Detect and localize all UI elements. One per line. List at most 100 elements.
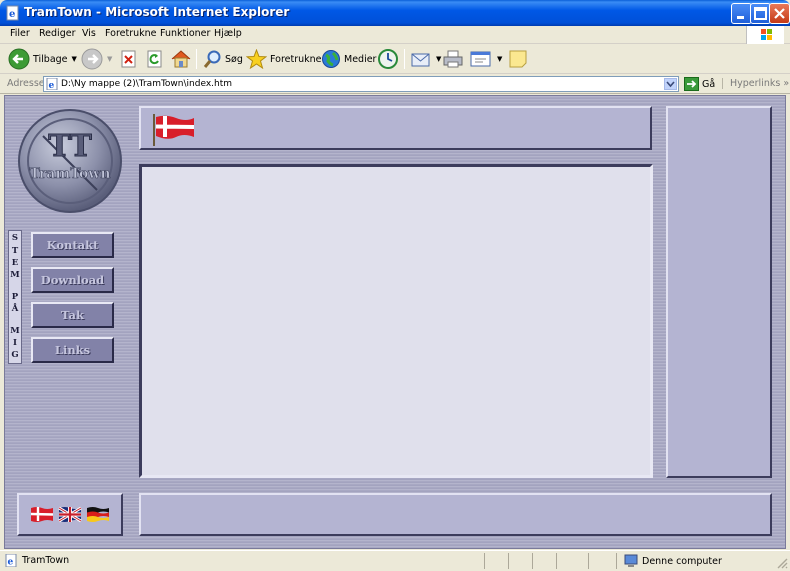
chevron-down-icon <box>666 81 675 88</box>
maximize-icon <box>754 7 767 20</box>
toolbar: Tilbage ▼ ▼ Søg Foretrukne Medier ▼ ▼ <box>0 44 790 74</box>
german-flag-icon[interactable] <box>86 506 110 524</box>
security-zone[interactable]: Denne computer <box>624 554 722 568</box>
go-button[interactable]: Gå <box>684 77 715 91</box>
window-title: TramTown - Microsoft Internet Explorer <box>24 5 290 19</box>
mail-button[interactable]: ▼ <box>410 48 441 70</box>
nav-button-kontakt[interactable]: Kontakt <box>31 232 114 258</box>
forward-button[interactable]: ▼ <box>81 48 112 70</box>
vertical-text-stem-paa-mig: S T E M P Å M I G <box>8 230 22 364</box>
right-sidebar-panel <box>666 106 772 478</box>
stop-button[interactable] <box>120 48 138 70</box>
minimize-button[interactable] <box>731 3 752 24</box>
tramtown-logo: TT TramTown <box>18 109 122 213</box>
windows-flag-icon <box>761 29 772 40</box>
danish-flag-icon[interactable] <box>30 506 54 524</box>
chevron-right-icon: » <box>783 78 790 89</box>
svg-text:e: e <box>9 9 15 20</box>
nav-button-download[interactable]: Download <box>31 267 114 293</box>
menu-favorites[interactable]: Foretrukne <box>105 28 157 39</box>
media-globe-icon <box>322 50 340 68</box>
page-icon: e <box>5 554 17 567</box>
stop-icon <box>121 50 136 68</box>
logo-text: TramTown <box>29 166 110 182</box>
status-bar: e TramTown Denne computer <box>0 550 790 571</box>
zone-label: Denne computer <box>642 555 722 567</box>
refresh-icon <box>147 50 162 68</box>
nav-button-tak[interactable]: Tak <box>31 302 114 328</box>
back-button[interactable]: Tilbage ▼ <box>8 48 77 70</box>
vertical-letter: P <box>11 292 19 302</box>
status-separator <box>508 553 509 569</box>
favorites-label: Foretrukne <box>270 53 322 65</box>
mail-icon <box>411 53 430 67</box>
print-button[interactable] <box>442 48 464 70</box>
address-field[interactable]: e <box>43 76 679 92</box>
back-dropdown-icon[interactable]: ▼ <box>72 55 77 63</box>
vertical-letter: M <box>10 326 20 336</box>
media-button[interactable]: Medier <box>321 48 376 70</box>
search-label: Søg <box>225 53 243 65</box>
menu-view[interactable]: Vis <box>82 28 96 39</box>
search-icon <box>203 50 221 68</box>
edit-button[interactable]: ▼ <box>469 48 502 70</box>
vertical-letter: Å <box>11 304 19 314</box>
ie-page-icon: e <box>6 5 19 21</box>
vertical-letter: T <box>11 246 19 256</box>
menu-file[interactable]: Filer <box>10 28 30 39</box>
messenger-button[interactable] <box>508 48 528 70</box>
favorites-button[interactable]: Foretrukne <box>246 48 322 70</box>
title-bar[interactable]: e TramTown - Microsoft Internet Explorer <box>0 0 790 26</box>
uk-flag-icon[interactable] <box>58 506 82 524</box>
close-button[interactable] <box>769 3 790 24</box>
media-label: Medier <box>344 53 377 65</box>
history-button[interactable] <box>377 48 399 70</box>
edit-dropdown-icon[interactable]: ▼ <box>497 55 502 63</box>
computer-icon <box>624 554 638 567</box>
links-toolbar[interactable]: Hyperlinks » <box>722 78 789 89</box>
note-icon <box>509 50 527 68</box>
back-label: Tilbage <box>33 53 68 65</box>
header-panel <box>139 106 652 150</box>
go-arrow-icon <box>684 77 699 91</box>
status-text: TramTown <box>22 555 70 566</box>
toolbar-separator <box>404 49 405 69</box>
menu-tools[interactable]: Funktioner <box>160 28 210 39</box>
menu-edit[interactable]: Rediger <box>39 28 75 39</box>
menu-bar: Filer Rediger Vis Foretrukne Funktioner … <box>0 26 790 44</box>
status-separator <box>484 553 485 569</box>
home-icon <box>171 50 191 68</box>
minimize-icon <box>737 16 744 19</box>
status-separator <box>532 553 533 569</box>
resize-grip-icon[interactable] <box>776 557 788 569</box>
address-dropdown-button[interactable] <box>664 78 677 90</box>
vertical-letter: I <box>13 338 17 348</box>
vertical-letter: M <box>10 270 20 280</box>
nav-button-links[interactable]: Links <box>31 337 114 363</box>
search-button[interactable]: Søg <box>202 48 243 70</box>
back-arrow-icon <box>8 48 30 70</box>
print-icon <box>443 50 463 68</box>
vertical-letter: S <box>11 233 19 243</box>
maximize-button[interactable] <box>750 3 771 24</box>
windows-logo <box>746 26 784 44</box>
main-content-panel <box>139 164 653 478</box>
danish-flag-icon[interactable] <box>153 114 199 146</box>
address-label: Adresse <box>7 78 45 89</box>
home-button[interactable] <box>170 48 192 70</box>
forward-arrow-icon <box>81 48 103 70</box>
toolbar-separator <box>196 49 197 69</box>
close-icon <box>774 8 785 19</box>
links-label: Hyperlinks <box>730 78 781 89</box>
address-bar: Adresse e Gå Hyperlinks » <box>0 74 790 94</box>
footer-panel <box>139 493 772 536</box>
mail-dropdown-icon[interactable]: ▼ <box>436 55 441 63</box>
address-input[interactable] <box>61 78 661 90</box>
vertical-letter: E <box>11 258 19 268</box>
vertical-letter: G <box>11 350 19 360</box>
favorites-star-icon <box>246 49 267 69</box>
refresh-button[interactable] <box>146 48 164 70</box>
page-content: TT TramTown S T E M P Å M I G Kontakt Do… <box>4 95 786 549</box>
menu-help[interactable]: Hjælp <box>214 28 242 39</box>
forward-dropdown-icon[interactable]: ▼ <box>107 55 112 63</box>
